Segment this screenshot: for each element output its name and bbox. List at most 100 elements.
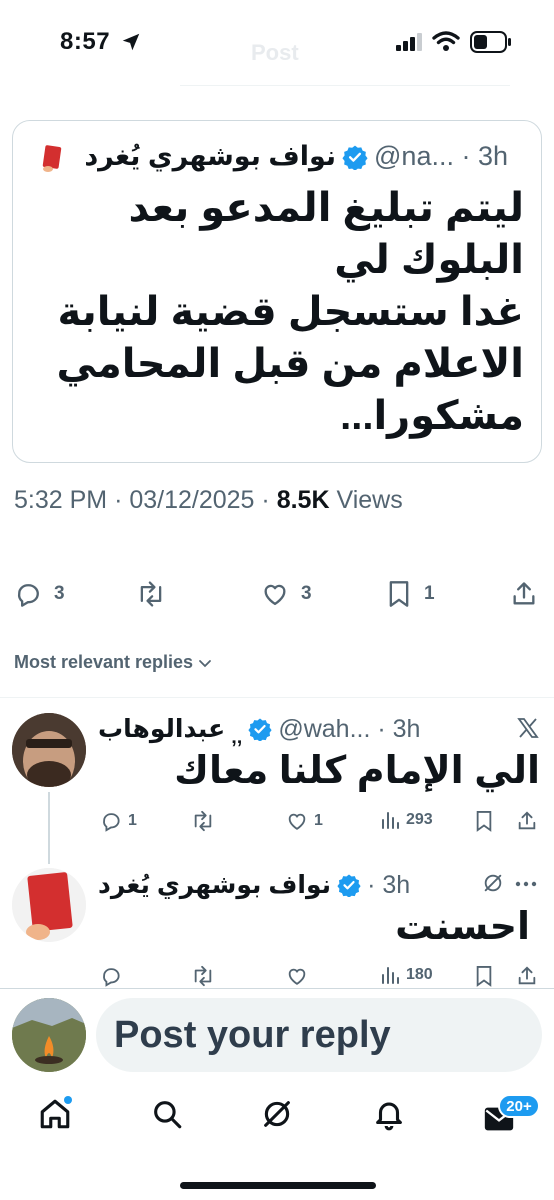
share-action[interactable] — [510, 580, 538, 608]
views-count: 180 — [406, 966, 433, 983]
reply-1-header: عبدالوهاب ‚‚ @wah... · 3h — [98, 714, 421, 748]
composer-divider — [0, 988, 554, 989]
reply-composer-placeholder: Post your reply — [114, 1013, 391, 1056]
bookmark-icon — [474, 965, 494, 987]
grok-icon[interactable] — [482, 872, 504, 894]
bookmark-count: 1 — [424, 583, 435, 604]
red-card-icon — [42, 145, 64, 173]
post-views-label[interactable]: Views — [336, 486, 402, 514]
quoted-post-line: ليتم تبليغ المدعو بعد — [128, 186, 524, 230]
reply-count: 3 — [54, 583, 65, 604]
like-action[interactable]: 3 — [261, 580, 312, 608]
status-time: 8:57 — [60, 28, 111, 55]
wifi-icon — [432, 30, 460, 52]
reply-author-name[interactable]: عبدالوهاب — [98, 714, 225, 744]
reply-author-name[interactable]: نواف بوشهري يُغرد — [98, 870, 331, 900]
quoted-post-text: ليتم تبليغ المدعو بعد البلوك لي غدا ستسج… — [34, 182, 524, 442]
grok-icon — [260, 1097, 294, 1131]
post-time: 5:32 PM — [14, 486, 108, 514]
post-date: 03/12/2025 — [129, 486, 255, 514]
messages-badge: 20+ — [498, 1094, 540, 1118]
reply-1-reply-action[interactable]: 1 — [100, 810, 137, 832]
reply-1-views-action[interactable]: 293 — [380, 810, 433, 830]
verified-badge-icon — [342, 144, 368, 170]
x-logo-icon — [516, 716, 540, 740]
reply-2-share-action[interactable] — [516, 965, 538, 987]
quoted-post-author-name: نواف بوشهري يُغرد — [84, 141, 337, 171]
replies-sort-dropdown[interactable]: Most relevant replies — [14, 652, 213, 673]
reply-2-bookmark-action[interactable] — [474, 965, 494, 987]
reply-icon — [100, 965, 122, 987]
tab-notifications[interactable] — [372, 1097, 406, 1131]
heart-icon — [261, 580, 289, 608]
reply-icon — [14, 580, 42, 608]
heart-icon — [286, 965, 308, 987]
header-divider — [180, 85, 510, 86]
verified-badge-icon — [337, 873, 361, 897]
repost-action[interactable] — [135, 580, 167, 608]
analytics-icon — [380, 810, 400, 830]
my-avatar[interactable] — [12, 998, 86, 1072]
avatar[interactable] — [12, 713, 86, 787]
battery-icon — [470, 31, 512, 53]
reply-text: الي الإمام كلنا معاك — [174, 750, 540, 792]
reply-2-repost-action[interactable] — [190, 965, 216, 987]
home-indicator — [180, 1182, 376, 1189]
quoted-post-handle-time: @na... · 3h — [374, 141, 508, 171]
avatar[interactable] — [12, 868, 86, 942]
reply-2-views-action[interactable]: 180 — [380, 965, 433, 985]
share-icon — [510, 580, 538, 608]
repost-icon — [190, 965, 216, 987]
share-icon — [516, 965, 538, 987]
post-meta: 5:32 PM · 03/12/2025 · 8.5K Views — [14, 486, 403, 515]
bell-icon — [372, 1097, 406, 1131]
cellular-signal-icon — [396, 33, 424, 51]
reply-text: احسنت — [395, 906, 530, 948]
quoted-post-line: البلوك لي — [334, 238, 524, 282]
reply-2-header: نواف بوشهري يُغرد · 3h — [98, 870, 410, 900]
replies-divider — [0, 697, 554, 698]
home-notification-dot — [64, 1096, 72, 1104]
tab-grok[interactable] — [260, 1097, 294, 1131]
reply-count: 1 — [128, 812, 137, 829]
meta-separator: · — [114, 486, 130, 514]
reply-1-repost-action[interactable] — [190, 810, 216, 832]
reply-handle-time: @wah... · 3h — [278, 714, 421, 743]
repost-icon — [190, 810, 216, 832]
search-icon — [150, 1097, 184, 1131]
repost-icon — [135, 580, 167, 608]
more-options-icon[interactable] — [514, 880, 538, 888]
bookmark-action[interactable]: 1 — [386, 580, 435, 608]
thread-connector — [48, 792, 50, 864]
meta-separator: · — [261, 486, 277, 514]
reply-composer-input[interactable]: Post your reply — [96, 998, 542, 1072]
reply-2-reply-action[interactable] — [100, 965, 122, 987]
analytics-icon — [380, 965, 400, 985]
like-count: 3 — [301, 583, 312, 604]
quoted-post-header: @na... · 3h نواف بوشهري يُغرد — [84, 141, 508, 172]
reply-2-like-action[interactable] — [286, 965, 308, 987]
heart-icon — [286, 810, 308, 832]
verified-badge-icon — [248, 717, 272, 741]
post-views-count[interactable]: 8.5K — [277, 486, 330, 514]
reply-1-share-action[interactable] — [516, 810, 538, 832]
quoted-post-line: الاعلام من قبل المحامي — [56, 342, 524, 386]
chevron-down-icon — [197, 655, 213, 671]
tab-search[interactable] — [150, 1097, 184, 1131]
name-suffix: ‚‚ — [231, 725, 243, 748]
reply-action[interactable]: 3 — [14, 580, 65, 608]
share-icon — [516, 810, 538, 832]
bookmark-icon — [474, 810, 494, 832]
header-title: Post — [251, 40, 299, 65]
replies-sort-label: Most relevant replies — [14, 652, 194, 672]
quoted-post-line: غدا ستسجل قضية لنيابة — [57, 290, 524, 334]
bookmark-icon — [386, 580, 412, 608]
reply-handle-time: · 3h — [367, 870, 411, 899]
views-count: 293 — [406, 811, 433, 828]
quoted-post-line: مشكورا... — [340, 394, 524, 438]
reply-1-like-action[interactable]: 1 — [286, 810, 323, 832]
reply-1-bookmark-action[interactable] — [474, 810, 494, 832]
like-count: 1 — [314, 812, 323, 829]
reply-icon — [100, 810, 122, 832]
location-arrow-icon — [120, 31, 142, 53]
